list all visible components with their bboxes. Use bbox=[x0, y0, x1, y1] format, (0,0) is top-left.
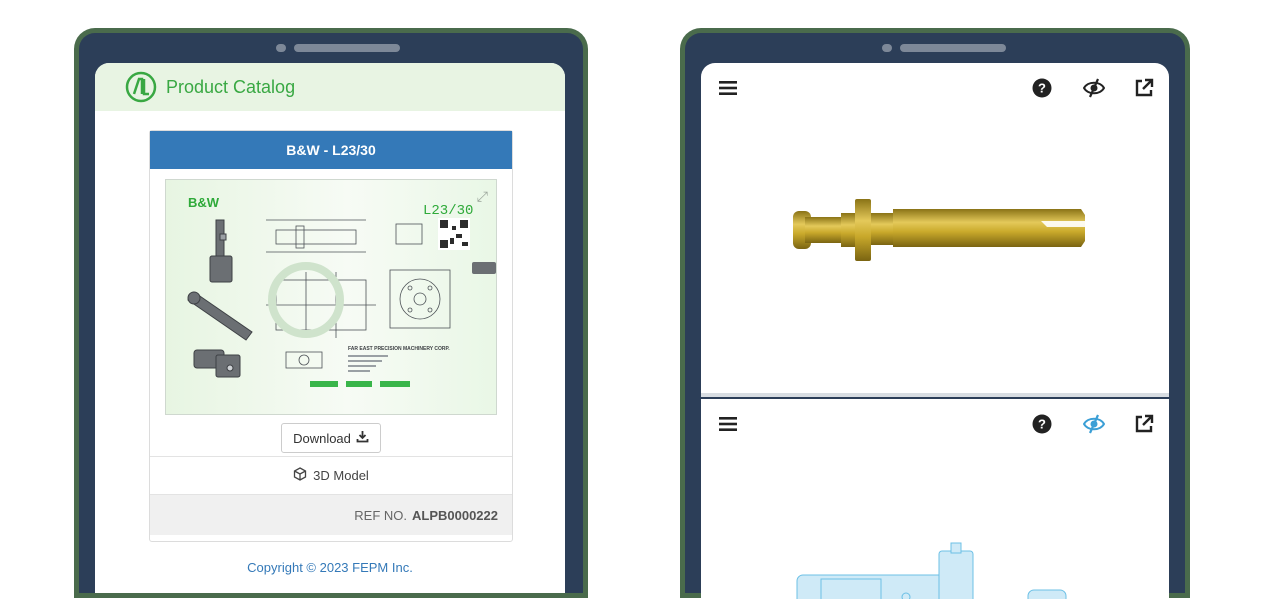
xray-3d-model[interactable] bbox=[701, 439, 1169, 599]
ref-label: REF NO. bbox=[354, 507, 407, 523]
3d-model-label: 3D Model bbox=[313, 468, 369, 483]
ref-number: ALPB0000222 bbox=[412, 507, 498, 523]
open-external-icon[interactable] bbox=[1133, 413, 1155, 435]
help-icon[interactable]: ? bbox=[1031, 77, 1053, 99]
drawing-model-code: L23/30 bbox=[423, 203, 473, 219]
drawing-corner-text: FAR EAST PRECISION MACHINERY CORP. bbox=[348, 346, 450, 352]
catalog-screen: Product Catalog B&W - L23/30 B&W L23/30 bbox=[95, 63, 565, 593]
app-title: Product Catalog bbox=[166, 76, 296, 97]
tablet-frame-right: ? ? bbox=[685, 33, 1185, 599]
camera-dot bbox=[882, 44, 892, 52]
product-title: B&W - L23/30 bbox=[150, 131, 512, 169]
open-external-icon[interactable] bbox=[1133, 77, 1155, 99]
camera-dot bbox=[276, 44, 286, 52]
speaker-slot bbox=[294, 44, 400, 52]
menu-icon[interactable] bbox=[717, 413, 739, 435]
menu-icon[interactable] bbox=[717, 77, 739, 99]
copyright-text: Copyright © 2023 FEPM Inc. bbox=[247, 560, 413, 575]
3d-viewer-top[interactable]: ? bbox=[701, 63, 1169, 397]
xray-eye-icon[interactable] bbox=[1083, 77, 1105, 99]
product-card-body: B&W L23/30 FAR EAST PRECISION MACHINERY … bbox=[150, 169, 512, 457]
3d-model-link[interactable]: 3D Model bbox=[150, 457, 512, 495]
app-header: Product Catalog bbox=[95, 63, 565, 111]
download-button[interactable]: Download bbox=[281, 423, 381, 453]
cube-icon bbox=[293, 467, 307, 484]
svg-text:?: ? bbox=[1038, 81, 1046, 96]
3d-viewer-bottom[interactable]: ? bbox=[701, 399, 1169, 599]
reference-footer: REF NO. ALPB0000222 bbox=[150, 495, 512, 535]
drawing-brand: B&W bbox=[188, 195, 220, 210]
expand-icon[interactable]: ⤢ bbox=[477, 188, 488, 205]
brand-logo bbox=[125, 71, 157, 103]
plunger-3d-model[interactable] bbox=[701, 103, 1169, 323]
svg-text:?: ? bbox=[1038, 417, 1046, 432]
tablet-frame-left: Product Catalog B&W - L23/30 B&W L23/30 bbox=[79, 33, 583, 593]
technical-drawing-image[interactable]: B&W L23/30 FAR EAST PRECISION MACHINERY … bbox=[165, 179, 497, 415]
help-icon[interactable]: ? bbox=[1031, 413, 1053, 435]
xray-eye-icon-active[interactable] bbox=[1083, 413, 1105, 435]
download-icon bbox=[356, 430, 369, 446]
product-card: B&W - L23/30 B&W L23/30 FAR EAST PRECISI… bbox=[149, 130, 513, 542]
download-label: Download bbox=[293, 430, 351, 446]
speaker-slot bbox=[900, 44, 1006, 52]
